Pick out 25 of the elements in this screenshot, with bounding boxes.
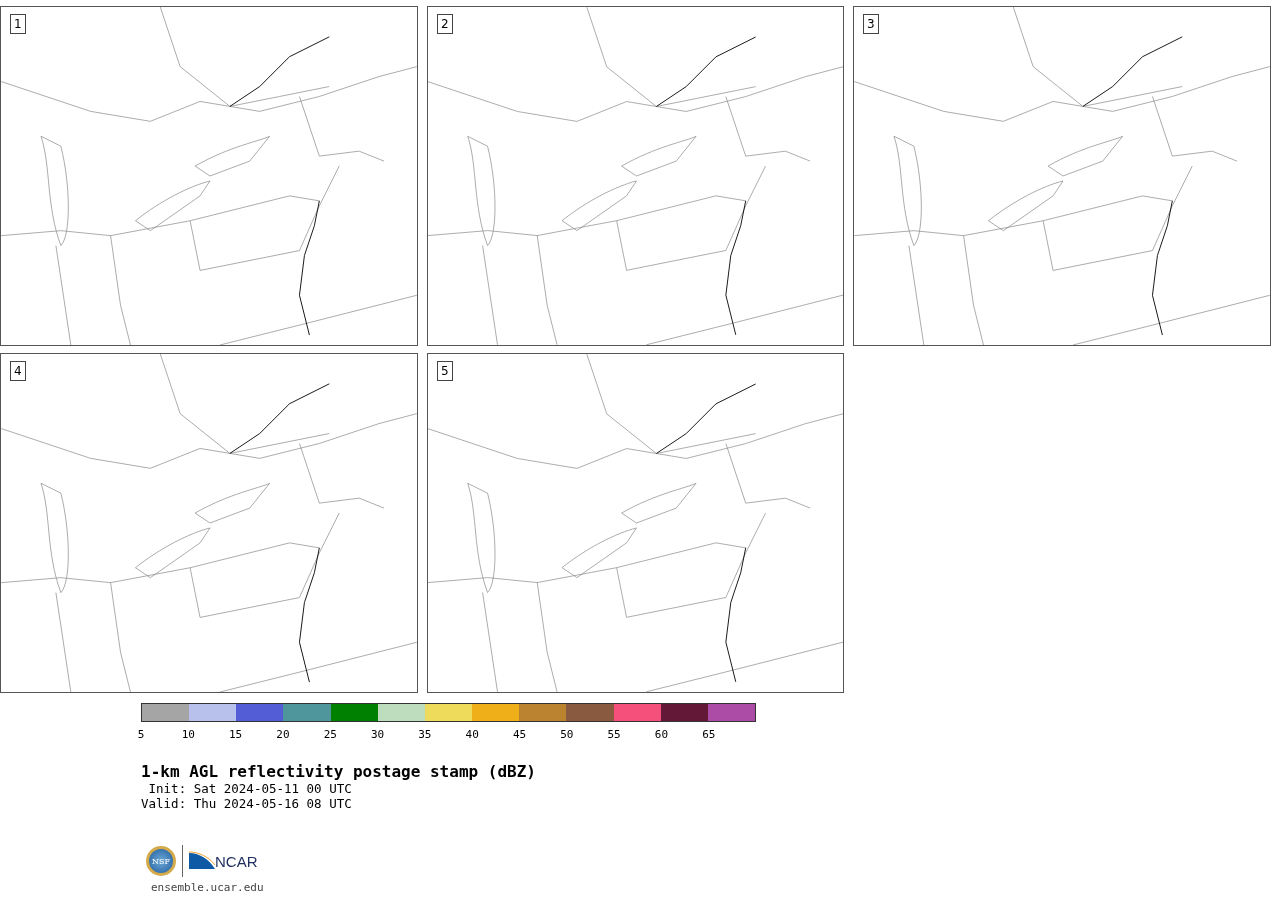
tick-label: 40 xyxy=(465,728,479,741)
tick-label: 45 xyxy=(512,728,527,741)
valid-time: Valid: Thu 2024-05-16 08 UTC xyxy=(141,796,353,811)
tick-label: 5 xyxy=(137,728,145,741)
panel-number: 1 xyxy=(10,14,26,34)
tick-label: 15 xyxy=(229,728,243,741)
panel-number: 5 xyxy=(437,361,453,381)
tick-label: 50 xyxy=(560,728,574,741)
wave-icon xyxy=(189,851,215,871)
tick-label: 55 xyxy=(607,728,621,741)
init-time: Init: Sat 2024-05-11 00 UTC xyxy=(147,781,353,796)
tick-label: 20 xyxy=(276,728,290,741)
chart-title: 1-km AGL reflectivity postage stamp (dBZ) xyxy=(141,762,537,781)
panel-number: 3 xyxy=(863,14,879,34)
panel-number: 4 xyxy=(10,361,26,381)
nsf-logo: NSF xyxy=(146,846,176,876)
site-url: ensemble.ucar.edu xyxy=(151,881,265,894)
tick-label: 25 xyxy=(323,728,337,741)
tick-label: 35 xyxy=(418,728,432,741)
ncar-logo: NCAR xyxy=(215,852,258,870)
tick-label: 65 xyxy=(702,728,716,741)
tick-label: 30 xyxy=(370,728,385,741)
tick-label: 10 xyxy=(181,728,195,741)
tick-label: 60 xyxy=(654,728,669,741)
panel-number: 2 xyxy=(437,14,453,34)
